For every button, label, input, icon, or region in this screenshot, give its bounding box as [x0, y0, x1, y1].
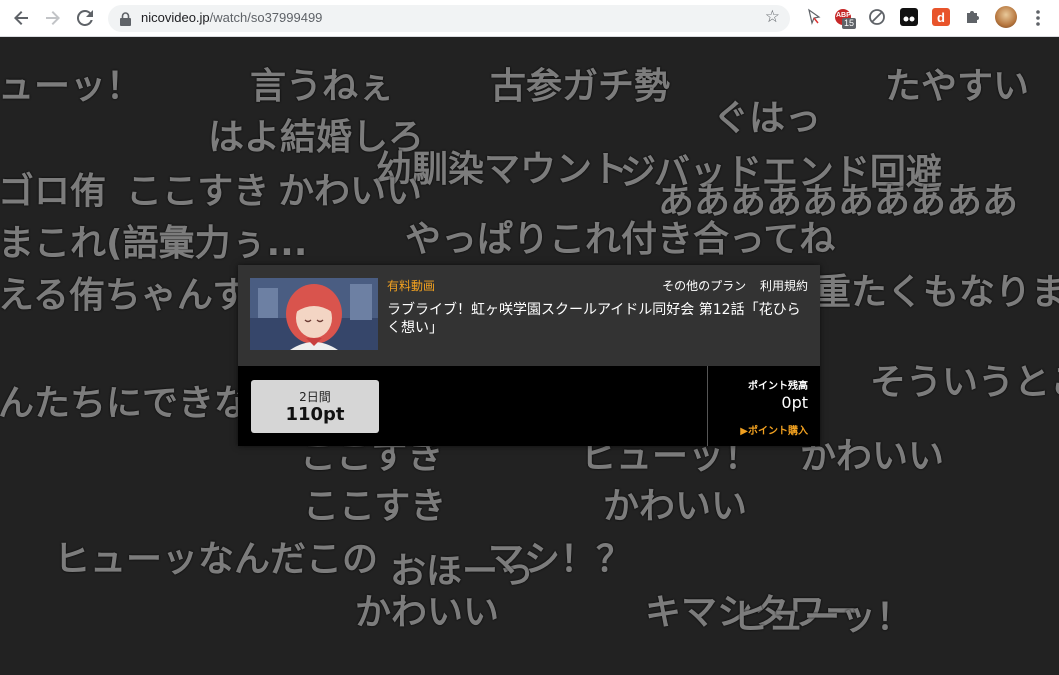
dialog-divider — [707, 366, 708, 446]
forward-icon[interactable] — [40, 5, 66, 31]
menu-kebab-icon[interactable] — [1025, 5, 1051, 31]
svg-text:d: d — [937, 10, 945, 25]
comment: マシ！？ — [488, 539, 633, 580]
other-plans-link[interactable]: その他のプラン — [662, 279, 746, 293]
comment: やっぱりこれ付き合ってね — [405, 219, 836, 260]
points-balance-label: ポイント残高 — [748, 381, 808, 392]
reload-icon[interactable] — [72, 5, 98, 31]
comment: たやすい — [885, 66, 1030, 107]
extensions-puzzle-icon[interactable] — [964, 8, 982, 26]
browser-toolbar: nicovideo.jp/watch/so37999499 ☆ ABP 15 d — [0, 0, 1059, 37]
comment: 言うねぇ — [250, 66, 395, 107]
comment: ヒューッ！ — [732, 597, 913, 638]
rental-period: 2日間 — [299, 390, 331, 404]
comment: ああああああああああ — [658, 181, 1019, 222]
buy-points-link[interactable]: ▶ポイント購入 — [740, 422, 808, 437]
comment: 重たくもなりま — [815, 272, 1059, 313]
paid-video-label: 有料動画 — [387, 279, 436, 293]
dialog-links: その他のプラン 利用規約 — [652, 277, 808, 294]
comment: んたちにできな — [0, 383, 251, 424]
purchase-dialog: 有料動画 その他のプラン 利用規約 ラブライブ！虹ヶ咲学園スクールアイドル同好会… — [238, 265, 820, 446]
video-title: ラブライブ！虹ヶ咲学園スクールアイドル同好会 第12話「花ひらく想い」 — [387, 302, 801, 336]
comment: ューッ！ — [0, 66, 143, 107]
terms-link[interactable]: 利用規約 — [760, 279, 808, 293]
profile-avatar[interactable] — [995, 6, 1017, 28]
url-text: nicovideo.jp/watch/so37999499 — [141, 10, 322, 25]
comment: える侑ちゃんす — [0, 275, 249, 316]
comment: かわいい — [603, 486, 748, 527]
url-path: /watch/so37999499 — [209, 10, 323, 25]
cursor-extension-icon[interactable] — [805, 8, 823, 26]
comment: まこれ(語彙力ぅ... — [0, 223, 308, 264]
comment: かわいい — [278, 171, 423, 212]
bookmark-star-icon[interactable]: ☆ — [765, 7, 780, 27]
comment: かわいい — [800, 436, 945, 477]
adblock-count-badge: 15 — [842, 18, 857, 29]
comment: ここすき — [126, 171, 270, 212]
rent-button[interactable]: 2日間 110pt — [251, 380, 379, 433]
back-icon[interactable] — [8, 5, 34, 31]
block-extension-icon[interactable] — [868, 8, 886, 26]
address-bar[interactable]: nicovideo.jp/watch/so37999499 ☆ — [108, 5, 790, 32]
comment: 古参ガチ勢 — [490, 66, 671, 107]
rental-price: 110pt — [285, 404, 345, 425]
url-host: nicovideo.jp — [141, 10, 210, 25]
dialog-header: 有料動画 その他のプラン 利用規約 ラブライブ！虹ヶ咲学園スクールアイドル同好会… — [238, 265, 820, 366]
comment: ヒューッなんだこの — [54, 539, 379, 580]
d-extension-icon[interactable]: d — [932, 8, 950, 26]
comment: ゴロ侑 — [0, 171, 107, 212]
lock-icon — [120, 11, 131, 30]
video-thumbnail — [250, 278, 378, 350]
comment: ぐはっ — [713, 98, 822, 139]
comment: ここすき — [303, 486, 447, 527]
tampermonkey-icon[interactable] — [900, 8, 918, 26]
points-balance-value: 0pt — [781, 393, 808, 412]
comment: そういうとこ — [870, 362, 1059, 403]
comment: かわいい — [355, 592, 500, 633]
